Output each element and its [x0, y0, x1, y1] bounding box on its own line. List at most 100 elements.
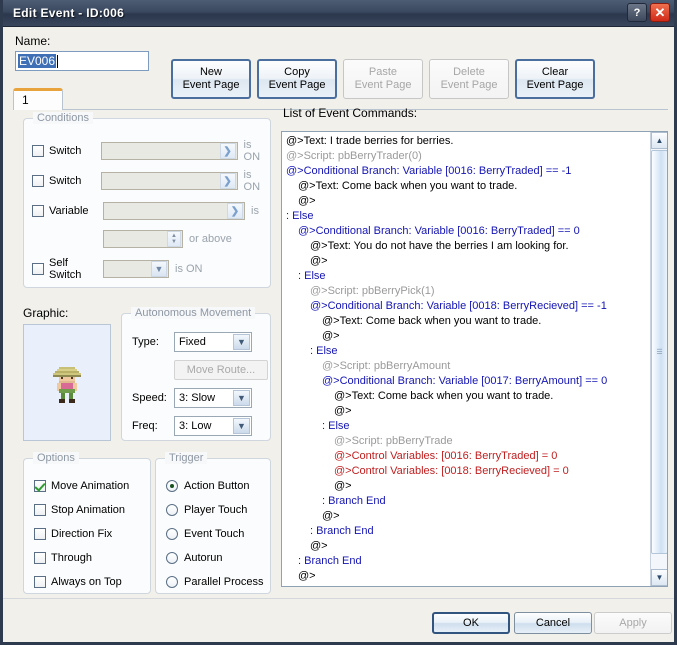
command-line[interactable]: : Branch End [282, 524, 650, 539]
scroll-down-icon[interactable]: ▼ [651, 569, 667, 586]
trigger-radio-0[interactable] [166, 480, 178, 492]
command-line[interactable]: @>Conditional Branch: Variable [0017: Be… [282, 374, 650, 389]
command-line[interactable]: @> [282, 539, 650, 554]
trigger-radio-2[interactable] [166, 528, 178, 540]
condition-suffix-1: is ON [243, 169, 261, 193]
command-line[interactable]: @>Script: pbBerryPick(1) [282, 284, 650, 299]
command-line[interactable]: @> [282, 404, 650, 419]
command-line[interactable]: @>Script: pbBerryTrade [282, 434, 650, 449]
command-line[interactable]: @>Script: pbBerryAmount [282, 359, 650, 374]
trigger-event-touch[interactable]: Event Touch [166, 525, 244, 543]
command-line[interactable]: @> [282, 254, 650, 269]
spinner-icon[interactable]: ▲ ▼ [167, 231, 181, 247]
option-label-3: Through [51, 552, 92, 564]
command-line[interactable]: @>Conditional Branch: Variable [0018: Be… [282, 299, 650, 314]
command-line[interactable]: : Else [282, 269, 650, 284]
trigger-panel: Trigger Action Button Player Touch Event T… [155, 452, 271, 594]
page-button-line1: Copy [284, 66, 310, 78]
chevron-down-icon[interactable]: ▼ [151, 261, 167, 277]
trigger-action-button[interactable]: Action Button [166, 477, 249, 495]
command-line[interactable]: : Else [282, 344, 650, 359]
option-checkbox-4[interactable] [34, 576, 46, 588]
scroll-up-icon[interactable]: ▲ [651, 132, 667, 149]
condition-row-2: Variable ❯ is [32, 201, 259, 221]
command-list-scrollbar[interactable]: ▲ ☰ ▼ [650, 132, 667, 586]
command-line[interactable]: @>Conditional Branch: Variable [0016: Be… [282, 224, 650, 239]
move-route-button[interactable]: Move Route... [174, 360, 268, 380]
condition-row-3: ▲ ▼ or above [32, 229, 232, 249]
graphic-preview[interactable] [23, 324, 111, 441]
command-line[interactable]: @>Control Variables: [0016: BerryTraded]… [282, 449, 650, 464]
command-line[interactable]: : Else [282, 209, 650, 224]
command-line[interactable]: : Branch End [282, 494, 650, 509]
condition-label-2: Variable [49, 205, 89, 217]
option-move-animation[interactable]: Move Animation [34, 477, 129, 495]
condition-checkbox-2[interactable] [32, 205, 44, 217]
close-glyph: ✕ [654, 5, 666, 20]
command-line[interactable]: @> [282, 509, 650, 524]
npc-character-sprite [53, 366, 81, 403]
apply-button[interactable]: Apply [594, 612, 672, 634]
window-title: Edit Event - ID:006 [13, 6, 125, 20]
command-line[interactable]: @> [282, 194, 650, 209]
movement-speed-select[interactable]: 3: Slow ▼ [174, 388, 252, 408]
close-icon[interactable]: ✕ [650, 3, 670, 22]
trigger-player-touch[interactable]: Player Touch [166, 501, 247, 519]
command-line[interactable]: : Else [282, 419, 650, 434]
option-stop-animation[interactable]: Stop Animation [34, 501, 125, 519]
chevron-right-icon[interactable]: ❯ [219, 143, 236, 159]
condition-label-4: Self Switch [49, 257, 82, 281]
command-line[interactable]: @>Text: You do not have the berries I am… [282, 239, 650, 254]
condition-select-4[interactable]: ▼ [103, 260, 169, 278]
scrollbar-thumb[interactable]: ☰ [651, 150, 667, 554]
movement-type-select[interactable]: Fixed ▼ [174, 332, 252, 352]
edit-event-window: Edit Event - ID:006 ? ✕ Name: EV006 New E… [0, 0, 677, 645]
condition-select-0[interactable]: ❯ [100, 142, 238, 160]
condition-checkbox-1[interactable] [32, 175, 44, 187]
option-through[interactable]: Through [34, 549, 92, 567]
command-line[interactable]: : Branch End [282, 554, 650, 569]
condition-select-3[interactable]: ▲ ▼ [103, 230, 183, 248]
trigger-radio-1[interactable] [166, 504, 178, 516]
command-line[interactable]: @>Control Variables: [0018: BerryRecieve… [282, 464, 650, 479]
command-line[interactable]: @>Text: Come back when you want to trade… [282, 389, 650, 404]
command-lines: @>Text: I trade berries for berries. @>Sc… [282, 134, 650, 584]
trigger-parallel-process[interactable]: Parallel Process [166, 573, 263, 591]
command-line[interactable]: @> [282, 329, 650, 344]
movement-speed-row: Speed: 3: Slow ▼ [132, 388, 252, 408]
condition-select-2[interactable]: ❯ [103, 202, 245, 220]
command-line[interactable]: @>Text: Come back when you want to trade… [282, 314, 650, 329]
condition-checkbox-4[interactable] [32, 263, 44, 275]
option-checkbox-0[interactable] [34, 480, 46, 492]
command-line[interactable]: @>Conditional Branch: Variable [0016: Be… [282, 164, 650, 179]
trigger-radio-4[interactable] [166, 576, 178, 588]
trigger-radio-3[interactable] [166, 552, 178, 564]
movement-freq-select[interactable]: 3: Low ▼ [174, 416, 252, 436]
option-checkbox-1[interactable] [34, 504, 46, 516]
command-line[interactable]: @> [282, 479, 650, 494]
event-command-list[interactable]: @>Text: I trade berries for berries. @>Sc… [281, 131, 668, 587]
option-checkbox-2[interactable] [34, 528, 46, 540]
command-line[interactable]: @>Script: pbBerryTrader(0) [282, 149, 650, 164]
command-line[interactable]: @>Text: I trade berries for berries. [282, 134, 650, 149]
movement-speed-value: 3: Slow [179, 392, 216, 404]
chevron-right-icon[interactable]: ❯ [227, 203, 243, 219]
tab-page-1[interactable]: 1 [13, 88, 63, 110]
option-checkbox-3[interactable] [34, 552, 46, 564]
command-line[interactable]: @> [282, 569, 650, 584]
command-line[interactable]: @>Text: Come back when you want to trade… [282, 179, 650, 194]
option-label-2: Direction Fix [51, 528, 113, 540]
trigger-autorun[interactable]: Autorun [166, 549, 223, 567]
chevron-right-icon[interactable]: ❯ [219, 173, 236, 189]
option-always-on-top[interactable]: Always on Top [34, 573, 122, 591]
option-direction-fix[interactable]: Direction Fix [34, 525, 112, 543]
page-button-line1: Paste [368, 66, 398, 78]
condition-checkbox-0[interactable] [32, 145, 44, 157]
text-caret [57, 54, 59, 68]
name-input[interactable]: EV006 [15, 51, 149, 71]
condition-select-1[interactable]: ❯ [100, 172, 238, 190]
ok-button[interactable]: OK [432, 612, 510, 634]
cancel-button[interactable]: Cancel [514, 612, 592, 634]
help-icon[interactable]: ? [627, 3, 647, 22]
footer-divider [3, 598, 674, 599]
